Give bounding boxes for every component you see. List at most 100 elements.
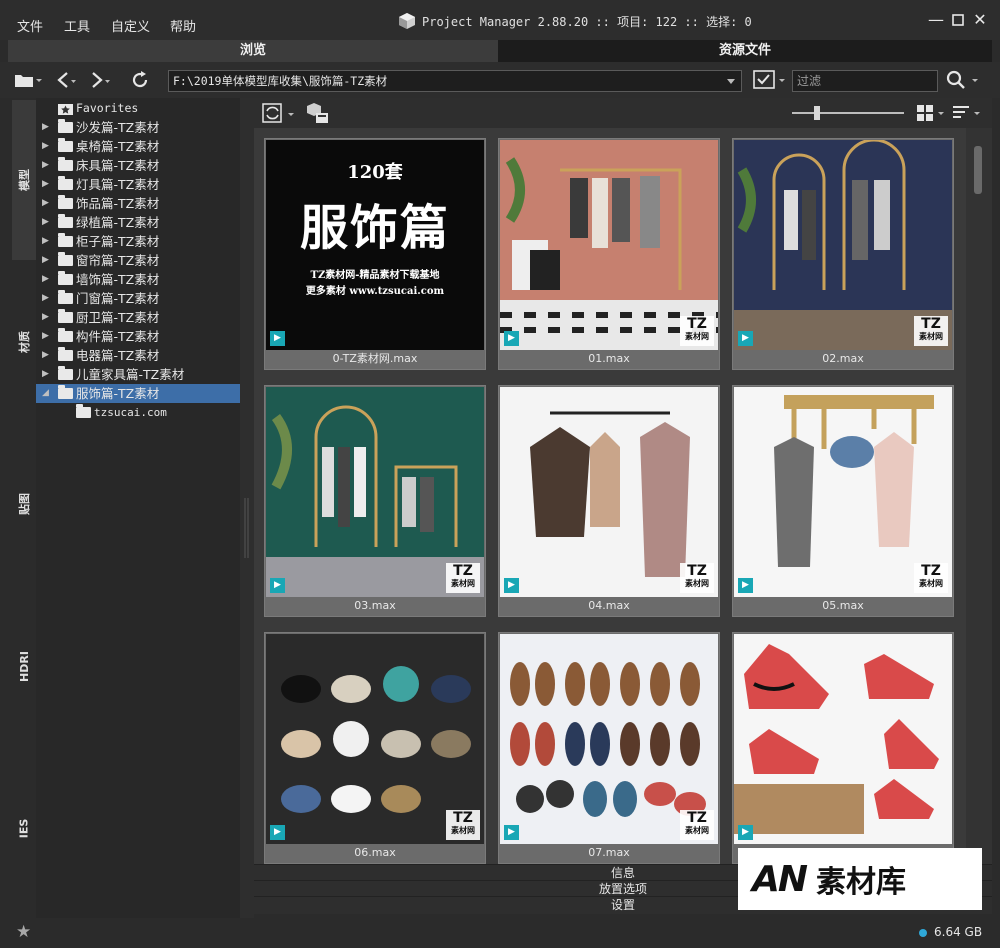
thumbnail-card[interactable]: TZ 素材网 ▶ 04.max	[498, 385, 720, 617]
menu-help[interactable]: 帮助	[170, 16, 196, 35]
collapsed-arrow-icon[interactable]: ▶	[42, 118, 49, 137]
collapsed-arrow-icon[interactable]: ▶	[42, 156, 49, 175]
thumbnail-card[interactable]: TZ 素材网 ▶ 03.max	[264, 385, 486, 617]
tree-item[interactable]: ▶ 构件篇-TZ素材	[36, 327, 240, 346]
refresh-icon[interactable]	[130, 70, 150, 93]
search-icon[interactable]	[946, 70, 980, 93]
collapsed-arrow-icon[interactable]: ▶	[42, 365, 49, 384]
tree-item[interactable]: ▶ 厨卫篇-TZ素材	[36, 308, 240, 327]
favorites-star-icon	[58, 104, 73, 115]
vtab-models[interactable]: 模型	[12, 100, 36, 260]
tree-item[interactable]: ▶ 沙发篇-TZ素材	[36, 118, 240, 137]
vtab-textures[interactable]: 贴图	[12, 424, 36, 584]
path-dropdown-icon[interactable]	[726, 75, 736, 89]
vtab-materials[interactable]: 材质	[12, 262, 36, 422]
folder-menu-icon[interactable]	[14, 71, 42, 92]
tree-item-label: 床具篇-TZ素材	[76, 158, 160, 173]
tab-resource-files[interactable]: 资源文件	[498, 40, 992, 62]
forward-arrow-icon[interactable]	[88, 70, 112, 93]
thumbnail-card[interactable]: 120套 服饰篇 TZ素材网-精品素材下载基地 更多素材 www.tzsucai…	[264, 138, 486, 370]
tree-item[interactable]: ▶ 灯具篇-TZ素材	[36, 175, 240, 194]
tree-item[interactable]: ▶ 饰品篇-TZ素材	[36, 194, 240, 213]
collapsed-arrow-icon[interactable]: ▶	[42, 327, 49, 346]
menu-tools[interactable]: 工具	[64, 16, 90, 35]
splitter-grip-icon	[244, 498, 249, 558]
tree-item[interactable]: ▶ 门窗篇-TZ素材	[36, 289, 240, 308]
tz-watermark-badge: TZ 素材网	[914, 316, 948, 346]
folder-icon	[58, 366, 73, 380]
tree-item-label: 沙发篇-TZ素材	[76, 120, 160, 135]
tree-item-label: 厨卫篇-TZ素材	[76, 310, 160, 325]
menu-file[interactable]: 文件	[17, 16, 43, 35]
thumbnail-card[interactable]: TZ 素材网 ▶ 01.max	[498, 138, 720, 370]
back-arrow-icon[interactable]	[54, 70, 78, 93]
file-name: 0-TZ素材网.max	[332, 352, 418, 365]
tree-item-label: 门窗篇-TZ素材	[76, 291, 160, 306]
panel-splitter[interactable]	[240, 98, 254, 918]
max-file-icon: ▶	[738, 578, 753, 593]
tree-item[interactable]: ▶ 窗帘篇-TZ素材	[36, 251, 240, 270]
thumbnail-card[interactable]: TZ 素材网 ▶ 06.max	[264, 632, 486, 864]
zoom-slider-handle[interactable]	[814, 106, 820, 120]
menu-customize[interactable]: 自定义	[111, 16, 150, 35]
grid-scrollbar[interactable]	[966, 128, 992, 864]
tree-item-label: 儿童家具篇-TZ素材	[76, 367, 185, 382]
collapsed-arrow-icon[interactable]: ▶	[42, 175, 49, 194]
max-file-icon: ▶	[270, 331, 285, 346]
collapsed-arrow-icon[interactable]: ▶	[42, 270, 49, 289]
collapsed-arrow-icon[interactable]: ▶	[42, 346, 49, 365]
tz-watermark-badge: TZ 素材网	[680, 810, 714, 840]
tree-item[interactable]: ▶ 儿童家具篇-TZ素材	[36, 365, 240, 384]
filter-options-icon[interactable]	[753, 70, 787, 93]
thumbnail-card[interactable]: ▶ 08.max	[732, 632, 954, 864]
thumbnail-card[interactable]: TZ 素材网 ▶ 07.max	[498, 632, 720, 864]
filter-input[interactable]	[792, 70, 938, 92]
thumbnail-image: TZ 素材网 ▶	[266, 387, 484, 597]
tree-item[interactable]: ▶ 柜子篇-TZ素材	[36, 232, 240, 251]
minimize-icon[interactable]: —	[925, 9, 947, 31]
tree-item[interactable]: ▶ 桌椅篇-TZ素材	[36, 137, 240, 156]
tree-item[interactable]: ▶ 电器篇-TZ素材	[36, 346, 240, 365]
vtab-ies[interactable]: IES	[12, 748, 36, 908]
tab-browse[interactable]: 浏览	[8, 40, 498, 62]
app-title: Project Manager 2.88.20 :: 项目: 122 :: 选择…	[398, 12, 752, 30]
collapsed-arrow-icon[interactable]: ▶	[42, 289, 49, 308]
tree-item[interactable]: ▶ 墙饰篇-TZ素材	[36, 270, 240, 289]
tz-watermark-badge: TZ 素材网	[446, 810, 480, 840]
file-name: 01.max	[588, 352, 630, 365]
scrollbar-thumb[interactable]	[974, 146, 982, 194]
file-name: 05.max	[822, 599, 864, 612]
thumbnail-card[interactable]: TZ 素材网 ▶ 05.max	[732, 385, 954, 617]
expanded-arrow-icon[interactable]: ◢	[42, 384, 49, 403]
sort-icon[interactable]	[952, 104, 986, 125]
path-input[interactable]: F:\2019单体模型库收集\服饰篇-TZ素材	[168, 70, 742, 92]
collapsed-arrow-icon[interactable]: ▶	[42, 137, 49, 156]
folder-icon	[58, 328, 73, 342]
vtab-hdri[interactable]: HDRI	[12, 586, 36, 746]
address-toolbar: F:\2019单体模型库收集\服饰篇-TZ素材	[0, 62, 1000, 98]
file-name: 07.max	[588, 846, 630, 859]
collapsed-arrow-icon[interactable]: ▶	[42, 251, 49, 270]
tree-child-tzsucai[interactable]: tzsucai.com	[36, 403, 240, 422]
tree-item[interactable]: ◢ 服饰篇-TZ素材	[36, 384, 240, 403]
folder-icon	[58, 290, 73, 304]
zoom-slider[interactable]	[792, 106, 904, 120]
thumbnail-image: TZ 素材网 ▶	[734, 140, 952, 350]
tree-item[interactable]: ▶ 绿植篇-TZ素材	[36, 213, 240, 232]
maximize-icon[interactable]	[947, 9, 969, 31]
collapsed-arrow-icon[interactable]: ▶	[42, 213, 49, 232]
collapsed-arrow-icon[interactable]: ▶	[42, 308, 49, 327]
tree-item-label: 柜子篇-TZ素材	[76, 234, 160, 249]
grid-view-icon[interactable]	[916, 104, 946, 125]
close-icon[interactable]: ✕	[969, 9, 991, 31]
collapsed-arrow-icon[interactable]: ▶	[42, 232, 49, 251]
tree-item[interactable]: ▶ 床具篇-TZ素材	[36, 156, 240, 175]
max-file-icon: ▶	[504, 825, 519, 840]
sync-icon[interactable]	[262, 102, 296, 127]
asset-tracking-icon[interactable]	[306, 102, 330, 127]
tree-favorites[interactable]: Favorites	[36, 99, 240, 118]
folder-icon	[58, 252, 73, 266]
thumbnail-card[interactable]: TZ 素材网 ▶ 02.max	[732, 138, 954, 370]
favorite-star-icon[interactable]: ★	[16, 922, 31, 942]
collapsed-arrow-icon[interactable]: ▶	[42, 194, 49, 213]
